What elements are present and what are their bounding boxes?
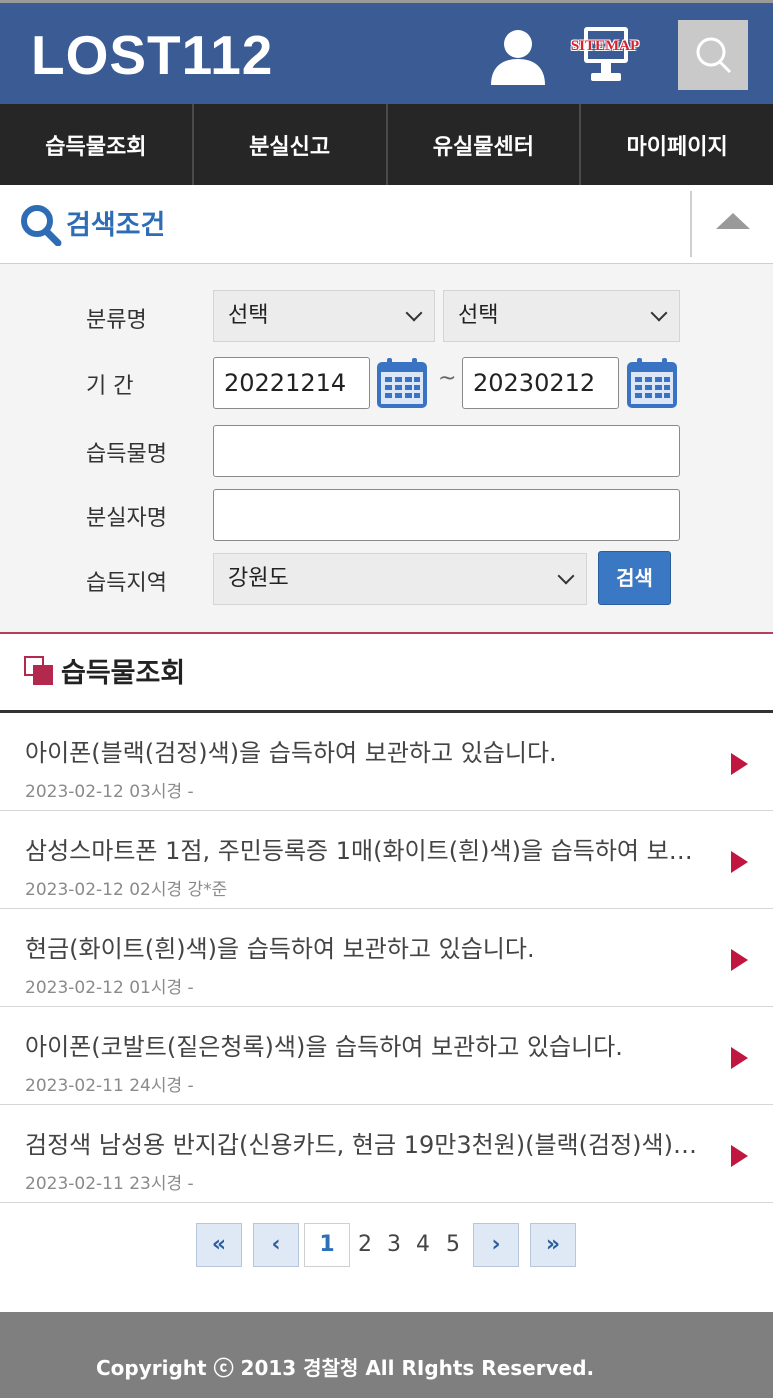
site-header: LOST112 SITEMAP — [0, 3, 773, 104]
first-page-button[interactable]: « — [196, 1223, 242, 1267]
search-conditions-title: 검색조건 — [66, 210, 166, 241]
divider — [690, 191, 692, 257]
page-link[interactable]: 4 — [411, 1223, 435, 1267]
site-logo[interactable]: LOST112 — [31, 23, 273, 87]
arrow-right-icon[interactable] — [731, 1145, 748, 1167]
search-conditions-bar: 검색조건 — [0, 185, 773, 264]
item-meta: 2023-02-12 01시경 - — [25, 978, 194, 998]
region-select[interactable]: 강원도 — [213, 553, 587, 605]
arrow-right-icon[interactable] — [731, 851, 748, 873]
chevron-down-icon — [557, 567, 575, 585]
user-icon[interactable] — [488, 27, 548, 87]
arrow-right-icon[interactable] — [731, 949, 748, 971]
item-meta: 2023-02-11 24시경 - — [25, 1076, 194, 1096]
category-primary-select[interactable]: 선택 — [213, 290, 435, 342]
item-title[interactable]: 아이폰(코발트(짙은청록)색)을 습득하여 보관하고 있습니다. — [25, 1027, 705, 1062]
chevron-down-icon — [405, 304, 423, 322]
results-header: 습득물조회 — [0, 634, 773, 713]
results-list: 아이폰(블랙(검정)색)을 습득하여 보관하고 있습니다. 2023-02-12… — [0, 713, 773, 1203]
magnifier-icon — [21, 205, 62, 246]
list-item[interactable]: 아이폰(코발트(짙은청록)색)을 습득하여 보관하고 있습니다. 2023-02… — [0, 1007, 773, 1105]
section-bullet-icon — [24, 656, 53, 685]
monitor-icon — [584, 27, 628, 81]
arrow-right-icon[interactable] — [731, 753, 748, 775]
search-submit-button[interactable]: 검색 — [598, 551, 671, 605]
item-meta: 2023-02-12 02시경 강*준 — [25, 880, 228, 900]
copyright-text: Copyright ⓒ 2013 경찰청 All RIghts Reserved… — [96, 1356, 595, 1380]
item-name-input[interactable] — [213, 425, 680, 477]
item-title[interactable]: 아이폰(블랙(검정)색)을 습득하여 보관하고 있습니다. — [25, 733, 705, 768]
current-page[interactable]: 1 — [304, 1223, 350, 1267]
category-secondary-select[interactable]: 선택 — [443, 290, 680, 342]
owner-name-label: 분실자명 — [86, 506, 167, 531]
search-icon — [696, 37, 732, 74]
category-secondary-value: 선택 — [458, 303, 499, 328]
date-to-input[interactable]: 20230212 — [462, 357, 619, 409]
header-search-button[interactable] — [678, 20, 748, 90]
next-page-button[interactable]: › — [473, 1223, 519, 1267]
item-meta: 2023-02-12 03시경 - — [25, 782, 194, 802]
item-title[interactable]: 현금(화이트(흰)색)을 습득하여 보관하고 있습니다. — [25, 929, 705, 964]
nav-item-lost-center[interactable]: 유실물센터 — [388, 104, 582, 185]
nav-item-mypage[interactable]: 마이페이지 — [581, 104, 773, 185]
page-link[interactable]: 2 — [353, 1223, 377, 1267]
chevron-down-icon — [650, 304, 668, 322]
period-label: 기 간 — [86, 374, 134, 399]
collapse-up-icon[interactable] — [716, 213, 750, 229]
nav-item-found-items[interactable]: 습득물조회 — [0, 104, 194, 185]
list-item[interactable]: 삼성스마트폰 1점, 주민등록증 1매(화이트(흰)색)을 습득하여 보관하고 … — [0, 811, 773, 909]
date-from-input[interactable]: 20221214 — [213, 357, 370, 409]
item-name-label: 습득물명 — [86, 442, 167, 467]
list-item[interactable]: 현금(화이트(흰)색)을 습득하여 보관하고 있습니다. 2023-02-12 … — [0, 909, 773, 1007]
calendar-icon[interactable] — [375, 356, 429, 410]
category-label: 분류명 — [86, 308, 147, 333]
item-title[interactable]: 검정색 남성용 반지갑(신용카드, 현금 19만3천원)(블랙(검정)색)을 습… — [25, 1125, 705, 1160]
owner-name-input[interactable] — [213, 489, 680, 541]
page-link[interactable]: 3 — [382, 1223, 406, 1267]
category-primary-value: 선택 — [228, 303, 269, 328]
date-separator: ~ — [438, 366, 457, 391]
item-meta: 2023-02-11 23시경 - — [25, 1174, 194, 1194]
item-title[interactable]: 삼성스마트폰 1점, 주민등록증 1매(화이트(흰)색)을 습득하여 보관하고 … — [25, 831, 705, 866]
site-footer: Copyright ⓒ 2013 경찰청 All RIghts Reserved… — [0, 1312, 773, 1398]
sitemap-button[interactable]: SITEMAP — [562, 25, 648, 87]
pagination: « ‹ 1 2 3 4 5 › » — [0, 1223, 773, 1269]
region-label: 습득지역 — [86, 571, 167, 596]
list-item[interactable]: 검정색 남성용 반지갑(신용카드, 현금 19만3천원)(블랙(검정)색)을 습… — [0, 1105, 773, 1203]
main-nav: 습득물조회 분실신고 유실물센터 마이페이지 — [0, 104, 773, 185]
list-item[interactable]: 아이폰(블랙(검정)색)을 습득하여 보관하고 있습니다. 2023-02-12… — [0, 713, 773, 811]
page-link[interactable]: 5 — [441, 1223, 465, 1267]
sitemap-label: SITEMAP — [570, 38, 640, 54]
results-title: 습득물조회 — [61, 658, 186, 689]
prev-page-button[interactable]: ‹ — [253, 1223, 299, 1267]
nav-item-report-loss[interactable]: 분실신고 — [194, 104, 388, 185]
region-value: 강원도 — [228, 566, 289, 591]
calendar-icon[interactable] — [625, 356, 679, 410]
last-page-button[interactable]: » — [530, 1223, 576, 1267]
arrow-right-icon[interactable] — [731, 1047, 748, 1069]
